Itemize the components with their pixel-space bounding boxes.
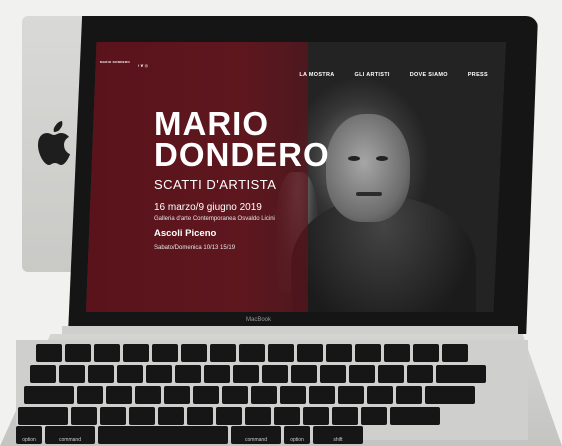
command-key[interactable]: command [231,426,281,444]
nav-item-gli-artisti[interactable]: GLI ARTISTI [355,72,390,78]
key[interactable] [338,386,364,404]
key[interactable] [326,344,352,362]
nav-item-dove-siamo[interactable]: DOVE SIAMO [410,72,448,78]
shift-key[interactable]: shift [313,426,363,444]
key[interactable] [135,386,161,404]
venue-name: Galleria d'arte Contemporanea Osvaldo Li… [154,216,275,222]
hero-subtitle: SCATTI D'ARTISTA [154,177,277,192]
option-key[interactable]: option [284,426,310,444]
key[interactable] [442,344,468,362]
key[interactable] [245,407,271,425]
key[interactable] [425,386,475,404]
key[interactable] [384,344,410,362]
opening-hours: Sabato/Domenica 10/13 15/19 [154,245,236,251]
key-label: command [59,437,81,443]
key[interactable] [297,344,323,362]
social-icons[interactable]: f ❦ ◎ [138,63,148,68]
key[interactable] [303,407,329,425]
key[interactable] [239,344,265,362]
key[interactable] [175,365,201,383]
key[interactable] [251,386,277,404]
key[interactable] [413,344,439,362]
key[interactable] [309,386,335,404]
key[interactable] [123,344,149,362]
key[interactable] [210,344,236,362]
key[interactable] [367,386,393,404]
key[interactable] [71,407,97,425]
site-logo[interactable]: MARIO DONDERO [100,60,160,65]
key-label: option [22,437,36,443]
key[interactable] [216,407,242,425]
key[interactable] [30,365,56,383]
key[interactable] [436,365,486,383]
key[interactable] [355,344,381,362]
mouth [356,192,382,196]
key[interactable] [65,344,91,362]
nav-item-la-mostra[interactable]: LA MOSTRA [299,72,334,78]
key[interactable] [222,386,248,404]
command-key[interactable]: command [45,426,95,444]
exhibition-dates: 16 marzo/9 giugno 2019 [154,202,262,213]
nav-item-press[interactable]: PRESS [468,72,488,78]
key[interactable] [77,386,103,404]
hero-text: MARIO DONDERO SCATTI D'ARTISTA 16 marzo/… [154,105,330,251]
key-row [30,365,486,383]
apple-logo-icon [38,121,70,165]
key[interactable] [390,407,440,425]
laptop-screen: MARIO DONDERO f ❦ ◎ LA MOSTRA GLI ARTIST… [86,42,506,312]
key[interactable] [59,365,85,383]
device-brand-label: MacBook [246,317,272,323]
key[interactable] [24,386,74,404]
key[interactable] [262,365,288,383]
key[interactable] [407,365,433,383]
key[interactable] [291,365,317,383]
key[interactable] [320,365,346,383]
hero-title-line-2: DONDERO [154,136,330,173]
key[interactable] [268,344,294,362]
key[interactable] [274,407,300,425]
city-name: Ascoli Piceno [154,228,217,239]
key[interactable] [396,386,422,404]
key[interactable] [36,344,62,362]
laptop-hinge [62,326,518,334]
key[interactable] [280,386,306,404]
key[interactable] [129,407,155,425]
key[interactable] [106,386,132,404]
key[interactable] [349,365,375,383]
key[interactable] [18,407,68,425]
space-key[interactable] [98,426,228,444]
key-label: option [290,437,304,443]
option-key[interactable]: option [16,426,42,444]
main-nav: LA MOSTRA GLI ARTISTI DOVE SIAMO PRESS [299,72,488,78]
key[interactable] [164,386,190,404]
key[interactable] [152,344,178,362]
key[interactable] [146,365,172,383]
key[interactable] [332,407,358,425]
key-row: option command command option shift [16,426,363,444]
eye [376,156,388,161]
key[interactable] [204,365,230,383]
key[interactable] [100,407,126,425]
key[interactable] [158,407,184,425]
keyboard: option command command option shift [16,340,528,444]
portrait-face [326,114,410,222]
key[interactable] [181,344,207,362]
key[interactable] [193,386,219,404]
key[interactable] [378,365,404,383]
eye [348,156,360,161]
key-label: shift [333,437,343,443]
key[interactable] [187,407,213,425]
key-row [36,344,468,362]
key-row [18,407,440,425]
key-label: command [245,437,267,443]
key[interactable] [94,344,120,362]
hero-title-line-1: MARIO [154,105,269,142]
key-row [24,386,475,404]
key[interactable] [361,407,387,425]
key[interactable] [233,365,259,383]
key[interactable] [88,365,114,383]
key[interactable] [117,365,143,383]
scene: MARIO DONDERO f ❦ ◎ LA MOSTRA GLI ARTIST… [0,0,562,446]
